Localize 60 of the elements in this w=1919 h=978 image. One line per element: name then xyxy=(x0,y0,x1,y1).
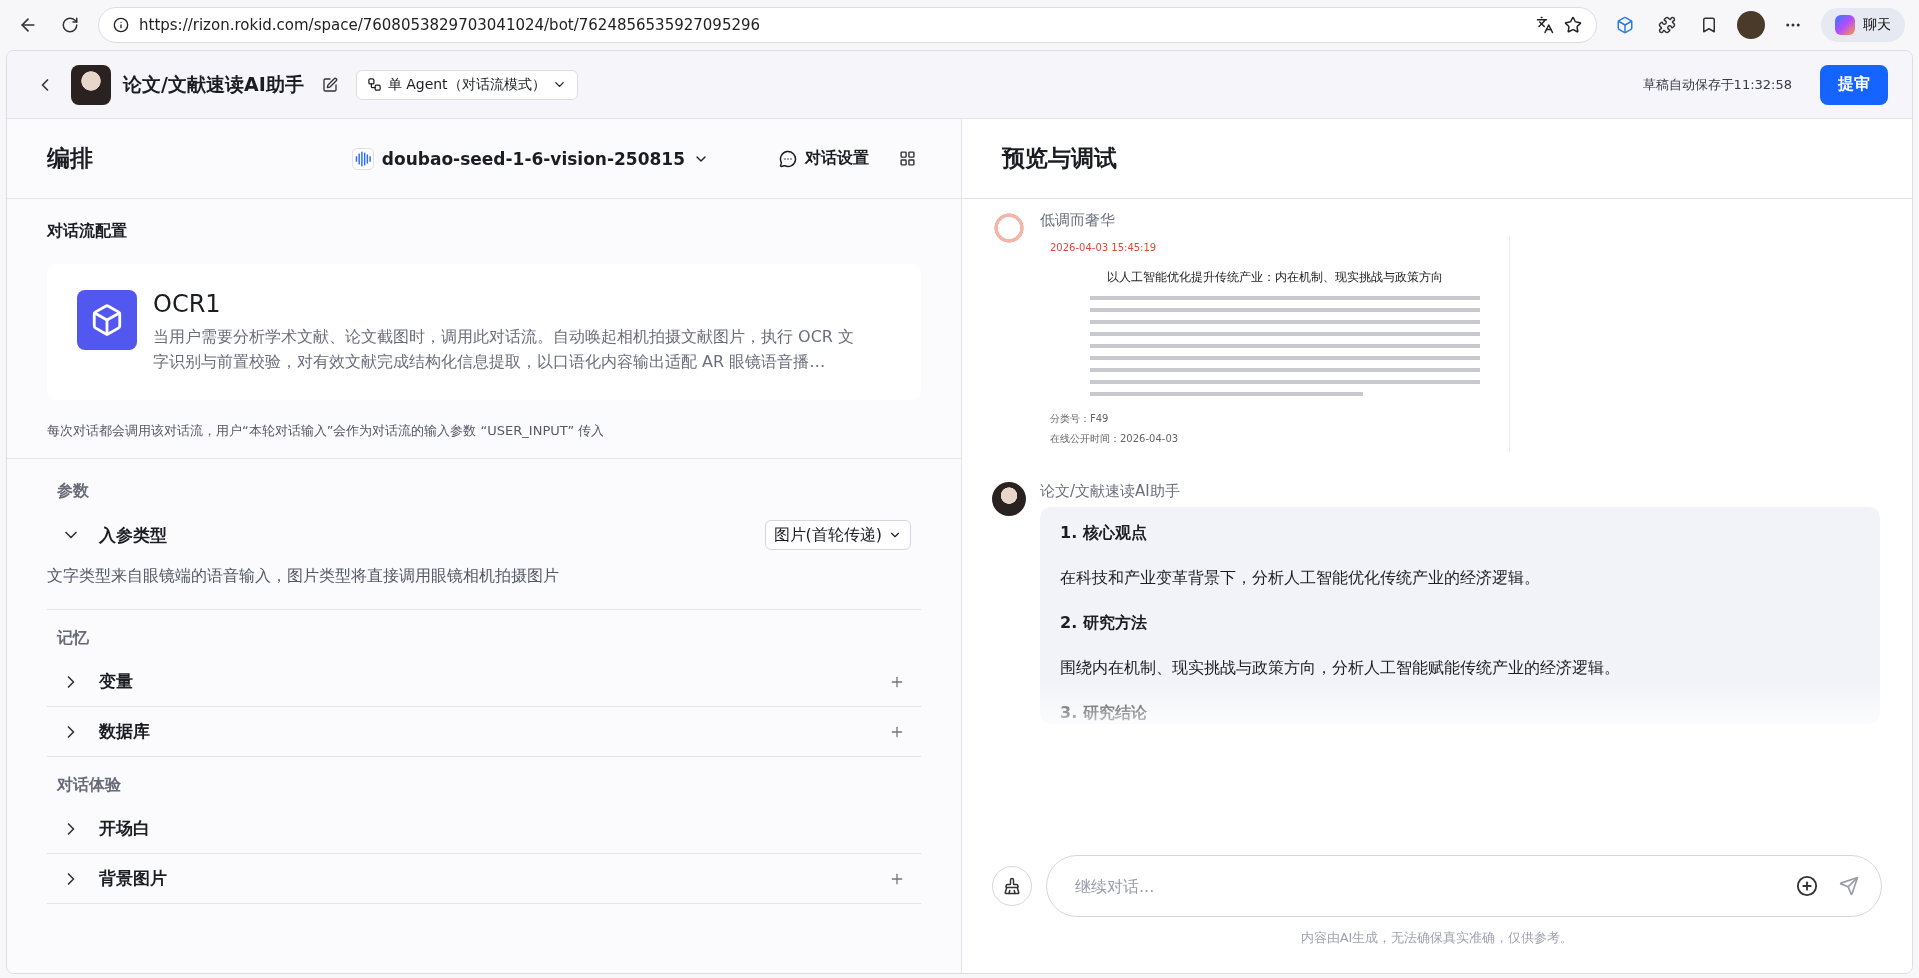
autosave-status: 草稿自动保存于11:32:58 xyxy=(1642,75,1792,94)
workflow-description: 当用户需要分析学术文献、论文截图时，调用此对话流。自动唤起相机拍摄文献图片，执行 OCR 文字识别与前置校验，对有效文献完成结构化信息提取，以口语化内容输出适配 AR 眼镜语音播… xyxy=(153,326,856,373)
message-field[interactable]: 继续对话... xyxy=(1073,875,1779,897)
setting-label: 变量 xyxy=(99,670,134,693)
group-title: 参数 xyxy=(56,480,90,502)
favorite-star-icon[interactable] xyxy=(1564,16,1582,34)
sender-name: 低调而奢华 xyxy=(1040,211,1116,230)
grid-icon[interactable] xyxy=(898,150,916,167)
site-info-icon[interactable] xyxy=(113,17,129,33)
edit-icon[interactable] xyxy=(321,76,338,93)
submit-button[interactable]: 提审 xyxy=(1820,64,1888,105)
answer-heading: 3. 研究结论 xyxy=(1060,703,1148,724)
translate-icon[interactable] xyxy=(1536,16,1554,34)
puzzle-icon[interactable] xyxy=(1658,16,1676,34)
group-title: 记忆 xyxy=(55,627,90,649)
send-icon[interactable] xyxy=(1839,876,1859,896)
cube-icon xyxy=(77,290,137,350)
flow-icon xyxy=(366,77,382,92)
setting-label: 背景图片 xyxy=(99,867,168,890)
url-text: https://rizon.rokid.com/space/7608053829703041024/bot/7624856535927095296 xyxy=(139,16,762,34)
mode-dropdown[interactable]: 单 Agent（对话流模式） xyxy=(355,69,578,100)
brush-icon xyxy=(1003,877,1021,895)
answer-text: 围绕内在机制、现实挑战与政策方向，分析人工智能赋能传统产业的经济逻辑。 xyxy=(1060,658,1621,679)
favorites-icon[interactable] xyxy=(1700,16,1718,34)
paper-title: 以人工智能优化提升传统产业：内在机制、现实挑战与政策方向 xyxy=(1105,269,1444,286)
chat-button[interactable]: 聊天 xyxy=(1821,8,1905,42)
reload-icon[interactable] xyxy=(61,16,79,34)
address-bar[interactable]: https://rizon.rokid.com/space/7608053829703041024/bot/7624856535927095296 xyxy=(98,7,1597,43)
document-field: 在线公开时间：2026-04-03 xyxy=(1050,432,1499,446)
bot-avatar xyxy=(71,64,111,105)
model-icon xyxy=(351,147,374,170)
model-dropdown[interactable]: doubao-seed-1-6-vision-250815 xyxy=(345,146,715,171)
setting-description: 文字类型来自眼镜端的语音输入，图片类型将直接调用眼镜相机拍摄图片 xyxy=(47,560,921,610)
cube-extension-icon[interactable] xyxy=(1616,16,1634,34)
chat-settings-icon xyxy=(779,149,797,168)
document-field: 分类号：F49 xyxy=(1050,412,1499,426)
setting-label: 数据库 xyxy=(99,720,151,743)
publish-time: 2026-04-03 15:45:19 xyxy=(1050,242,1157,253)
input-type-dropdown[interactable]: 图片(首轮传递) xyxy=(764,520,911,550)
chat-settings-button[interactable]: 对话设置 xyxy=(773,147,875,170)
add-attachment-icon[interactable] xyxy=(1796,875,1818,897)
workflow-name: OCR1 xyxy=(153,290,222,318)
bot-title: 论文/文献速读AI助手 xyxy=(123,71,304,97)
answer-text: 在科技和产业变革背景下，分析人工智能优化传统产业的经济逻辑。 xyxy=(1060,568,1541,589)
answer-heading: 1. 核心观点 xyxy=(1060,523,1148,544)
profile-avatar[interactable] xyxy=(1737,11,1765,39)
group-title: 对话体验 xyxy=(55,774,122,796)
clear-history-button[interactable] xyxy=(992,866,1032,906)
setting-label: 开场白 xyxy=(99,817,151,840)
ai-disclaimer: 内容由AI生成，无法确保真实准确，仅供参考。 xyxy=(1299,929,1575,947)
section-title: 对话流配置 xyxy=(47,221,128,242)
answer-heading: 2. 研究方法 xyxy=(1060,613,1148,634)
user-avatar xyxy=(992,482,1026,516)
workflow-card[interactable]: OCR1 当用户需要分析学术文献、论文截图时，调用此对话流。自动唤起相机拍摄文献图片，执行 OCR 文字识别与前置校验，对有效文献完成结构化信息提取，以口语化内容输出适配 AR 眼镜语音播… xyxy=(47,264,921,400)
copilot-icon xyxy=(1835,15,1855,35)
workflow-note: 每次对话都会调用该对话流，用户“本轮对话输入”会作为对话流的输入参数 “USER_INPUT” 传入 xyxy=(47,422,606,440)
sender-name: 论文/文献速读AI助手 xyxy=(1040,482,1181,501)
panel-title: 编排 xyxy=(47,144,93,173)
panel-title: 预览与调试 xyxy=(1002,144,1117,173)
setting-label: 入参类型 xyxy=(99,523,168,547)
